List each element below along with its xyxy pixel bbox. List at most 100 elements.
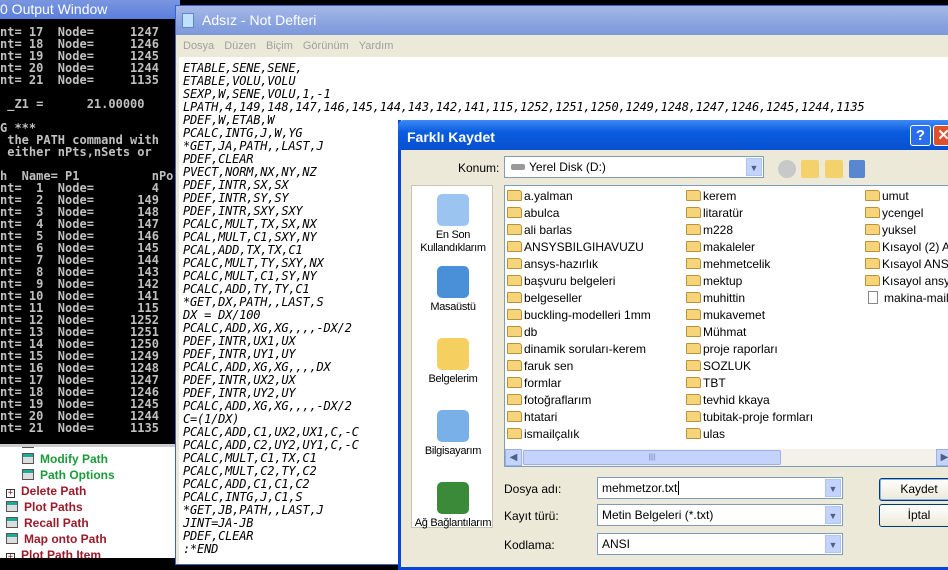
file-name: ANSYSBILGIHAVUZU xyxy=(524,240,644,254)
chevron-down-icon[interactable]: ▼ xyxy=(825,535,841,553)
file-type-dropdown[interactable]: Metin Belgeleri (*.txt) ▼ xyxy=(597,504,843,526)
file-item[interactable]: db xyxy=(507,324,537,341)
file-item[interactable]: TBT xyxy=(686,375,726,392)
up-folder-icon[interactable] xyxy=(801,160,819,178)
place-desktop[interactable]: Masaüstü xyxy=(412,266,494,314)
file-item[interactable]: Mühmat xyxy=(686,324,746,341)
scroll-right-icon[interactable]: ▶ xyxy=(936,449,948,466)
file-item[interactable]: litaratür xyxy=(686,205,743,222)
encoding-dropdown[interactable]: ANSI ▼ xyxy=(597,533,843,555)
file-item[interactable]: buckling-modelleri 1mm xyxy=(507,307,651,324)
notepad-title-bar[interactable]: Adsız - Not Defteri xyxy=(176,6,948,35)
place-my-documents[interactable]: Belgelerim xyxy=(412,338,494,386)
folder-icon xyxy=(686,258,701,269)
tree-item[interactable]: Path Status xyxy=(22,447,106,451)
scrollbar-thumb[interactable]: |||| xyxy=(523,450,781,465)
file-item[interactable]: mukavemet xyxy=(686,307,765,324)
menu-dosya[interactable]: Dosya xyxy=(183,40,214,52)
tree-item-label: Recall Path xyxy=(24,516,89,530)
menu-yardım[interactable]: Yardım xyxy=(359,40,394,52)
menu-düzen[interactable]: Düzen xyxy=(224,40,256,52)
file-item[interactable]: fotoğraflarım xyxy=(507,392,591,409)
recent-icon xyxy=(437,194,469,226)
file-item[interactable]: tevhid kkaya xyxy=(686,392,770,409)
folder-icon xyxy=(507,343,522,354)
file-item[interactable]: htatari xyxy=(507,409,557,426)
command-icon[interactable] xyxy=(22,453,34,464)
file-item[interactable]: Kısayol ANSYSBILGI xyxy=(865,256,948,273)
tree-item[interactable]: + Plot Path Item xyxy=(6,547,101,558)
command-icon[interactable] xyxy=(6,517,18,528)
folder-icon xyxy=(507,394,522,405)
place-network[interactable]: Ağ Bağlantılarım xyxy=(412,482,494,530)
close-button[interactable]: ✕ xyxy=(933,125,948,146)
file-name: mektup xyxy=(703,274,743,288)
file-item[interactable]: yuksel xyxy=(865,222,916,239)
file-item[interactable]: ulas xyxy=(686,426,725,443)
file-item[interactable]: formlar xyxy=(507,375,561,392)
command-icon[interactable] xyxy=(6,533,18,544)
file-item[interactable]: başvuru belgeleri xyxy=(507,273,615,290)
file-item[interactable]: ANSYSBILGIHAVUZU xyxy=(507,239,644,256)
chevron-down-icon[interactable]: ▼ xyxy=(825,506,841,524)
file-item[interactable]: faruk sen xyxy=(507,358,573,375)
file-name: mehmetcelik xyxy=(703,257,771,271)
file-item[interactable]: m228 xyxy=(686,222,733,239)
tree-item[interactable]: + Delete Path xyxy=(6,483,86,499)
place-my-computer[interactable]: Bilgisayarım xyxy=(412,410,494,458)
file-name: abulca xyxy=(524,206,560,220)
file-item[interactable]: kerem xyxy=(686,188,736,205)
file-item[interactable]: ansys-hazırlık xyxy=(507,256,598,273)
filename-input[interactable]: mehmetzor.txt ▼ xyxy=(597,477,843,499)
file-item[interactable]: tubitak-proje formları xyxy=(686,409,813,426)
chevron-down-icon[interactable]: ▼ xyxy=(825,479,841,497)
expand-icon[interactable]: + xyxy=(6,553,15,558)
tree-item-label: Path Options xyxy=(40,468,115,482)
tree-item[interactable]: Plot Paths xyxy=(6,499,83,515)
file-item[interactable]: muhittin xyxy=(686,290,745,307)
file-item[interactable]: SOZLUK xyxy=(686,358,751,375)
menu-biçim[interactable]: Biçim xyxy=(266,40,293,52)
tree-item[interactable]: Recall Path xyxy=(6,515,89,531)
back-icon[interactable] xyxy=(778,160,796,178)
file-item[interactable]: a.yalman xyxy=(507,188,573,205)
file-list[interactable]: ◀ |||| ▶ a.yalman abulca ali barlas ANSYSBI… xyxy=(504,185,948,467)
file-item[interactable]: mehmetcelik xyxy=(686,256,770,273)
scroll-left-icon[interactable]: ◀ xyxy=(505,449,522,466)
file-item[interactable]: belgeseller xyxy=(507,290,582,307)
output-window-console: nt= 17 Node= 1247 nt= 18 Node= 1246 nt= 19… xyxy=(0,20,175,444)
file-item[interactable]: umut xyxy=(865,188,909,205)
file-item[interactable]: ycengel xyxy=(865,205,923,222)
file-item[interactable]: makina-mail xyxy=(865,290,948,307)
file-item[interactable]: abulca xyxy=(507,205,559,222)
tree-item[interactable]: Map onto Path xyxy=(6,531,107,547)
menu-görünüm[interactable]: Görünüm xyxy=(303,40,349,52)
file-item[interactable]: ismailçalık xyxy=(507,426,579,443)
help-button[interactable]: ? xyxy=(910,125,931,146)
file-item[interactable]: dinamik soruları-kerem xyxy=(507,341,646,358)
cancel-button[interactable]: İptal xyxy=(879,504,948,527)
file-item[interactable]: proje raporları xyxy=(686,341,778,358)
dialog-title-bar[interactable]: Farklı Kaydet ? ✕ xyxy=(398,120,948,150)
place-recent[interactable]: En Son Kullandıklarım xyxy=(412,194,494,255)
file-name: ycengel xyxy=(882,206,924,220)
file-item[interactable]: ali barlas xyxy=(507,222,572,239)
file-item[interactable]: Kısayol (2) ANSYS xyxy=(865,239,948,256)
file-item[interactable]: makaleler xyxy=(686,239,755,256)
command-icon[interactable] xyxy=(6,501,18,512)
tree-item[interactable]: Path Options xyxy=(22,467,115,483)
command-icon[interactable] xyxy=(22,469,34,480)
horizontal-scrollbar[interactable]: ◀ |||| ▶ xyxy=(505,449,948,466)
view-menu-icon[interactable] xyxy=(849,160,865,178)
location-dropdown[interactable]: Yerel Disk (D:) ▼ xyxy=(504,156,764,178)
expand-icon[interactable]: + xyxy=(6,489,15,498)
new-folder-icon[interactable] xyxy=(825,160,843,178)
save-button[interactable]: Kaydet xyxy=(879,478,948,501)
file-item[interactable]: mektup xyxy=(686,273,742,290)
file-item[interactable]: Kısayol ansys-hazır xyxy=(865,273,948,290)
file-name: formlar xyxy=(524,376,562,390)
chevron-down-icon[interactable]: ▼ xyxy=(746,158,762,176)
command-icon[interactable] xyxy=(22,447,34,448)
tree-item[interactable]: Modify Path xyxy=(22,451,108,467)
places-bar: En Son Kullandıklarım Masaüstü Belgelerim B… xyxy=(411,185,494,530)
